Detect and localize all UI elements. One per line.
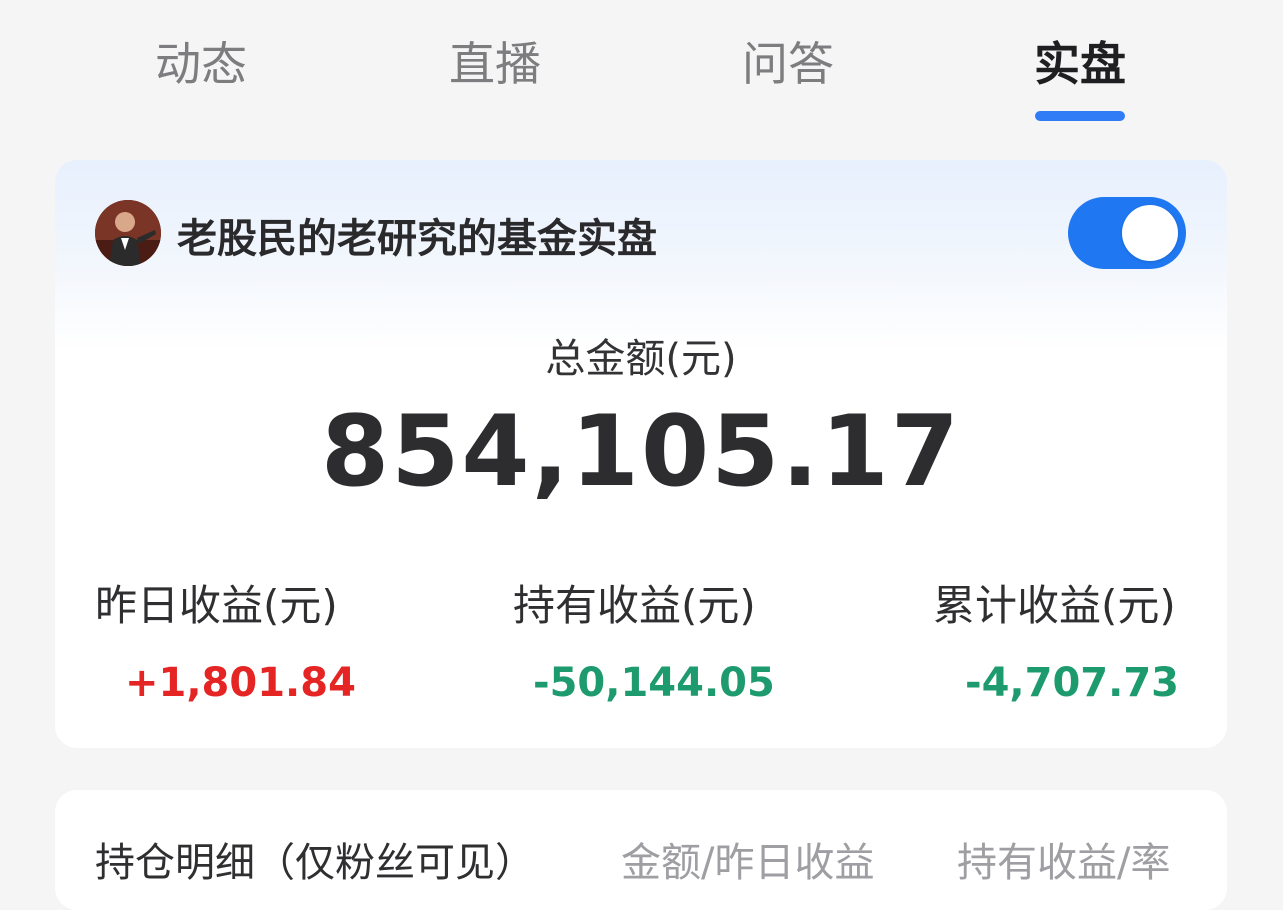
toggle-knob	[1122, 205, 1178, 261]
account-name: 老股民的老研究的基金实盘	[177, 216, 657, 262]
cumulative-gain-label: 累计收益(元)	[933, 581, 1176, 630]
avatar-photo-icon	[95, 200, 161, 266]
yesterday-gain-value: +1,801.84	[125, 660, 356, 706]
tab-dynamics[interactable]: 动态	[101, 28, 301, 94]
column-header-amount[interactable]: 金额/昨日收益	[621, 830, 874, 888]
tab-live[interactable]: 直播	[395, 28, 595, 94]
holding-gain-value: -50,144.05	[533, 660, 775, 706]
total-amount-label: 总金额(元)	[545, 336, 737, 382]
follow-toggle[interactable]	[1068, 197, 1186, 269]
avatar[interactable]	[95, 200, 161, 266]
portfolio-card: 老股民的老研究的基金实盘 总金额(元) 854,105.17 昨日收益(元) 持…	[55, 160, 1227, 748]
cumulative-gain-value: -4,707.73	[965, 660, 1179, 706]
tab-qa[interactable]: 问答	[688, 28, 888, 94]
active-tab-indicator	[1035, 111, 1125, 121]
yesterday-gain-label: 昨日收益(元)	[95, 581, 338, 630]
tab-bar: 动态 直播 问答 实盘	[0, 0, 1283, 130]
total-amount-value: 854,105.17	[321, 395, 961, 509]
tab-real-portfolio[interactable]: 实盘	[980, 28, 1180, 94]
holding-gain-label: 持有收益(元)	[513, 581, 756, 630]
holdings-card: 持仓明细（仅粉丝可见） 金额/昨日收益 持有收益/率	[55, 790, 1227, 910]
column-header-holding-return[interactable]: 持有收益/率	[957, 830, 1170, 888]
holdings-title: 持仓明细（仅粉丝可见）	[95, 840, 535, 886]
